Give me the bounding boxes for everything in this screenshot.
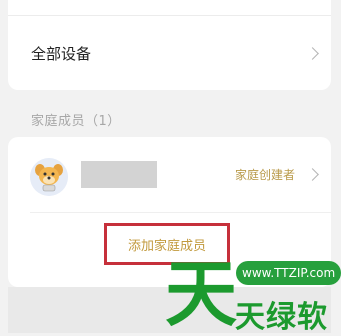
- family-members-title: 家庭成员（1）: [31, 114, 121, 129]
- member-name-redacted: [81, 161, 157, 188]
- watermark-char: 天: [165, 252, 238, 336]
- all-devices-label: 全部设备: [31, 44, 92, 63]
- member-divider: [30, 212, 331, 213]
- member-row[interactable]: 家庭创建者: [8, 137, 331, 212]
- chevron-right-icon: [306, 47, 319, 60]
- member-role: 家庭创建者: [234, 168, 295, 182]
- devices-card: 全部设备: [8, 0, 331, 90]
- chevron-right-icon: [306, 168, 319, 181]
- watermark-brand: 天绿软: [235, 300, 328, 335]
- watermark-logo: 天 www.TTZIP.com 天绿软: [165, 252, 341, 336]
- dog-avatar-icon: [30, 158, 68, 196]
- all-devices-row[interactable]: 全部设备: [8, 16, 331, 90]
- add-family-member-label: 添加家庭成员: [127, 238, 206, 254]
- watermark-url: www.TTZIP.com: [236, 261, 341, 285]
